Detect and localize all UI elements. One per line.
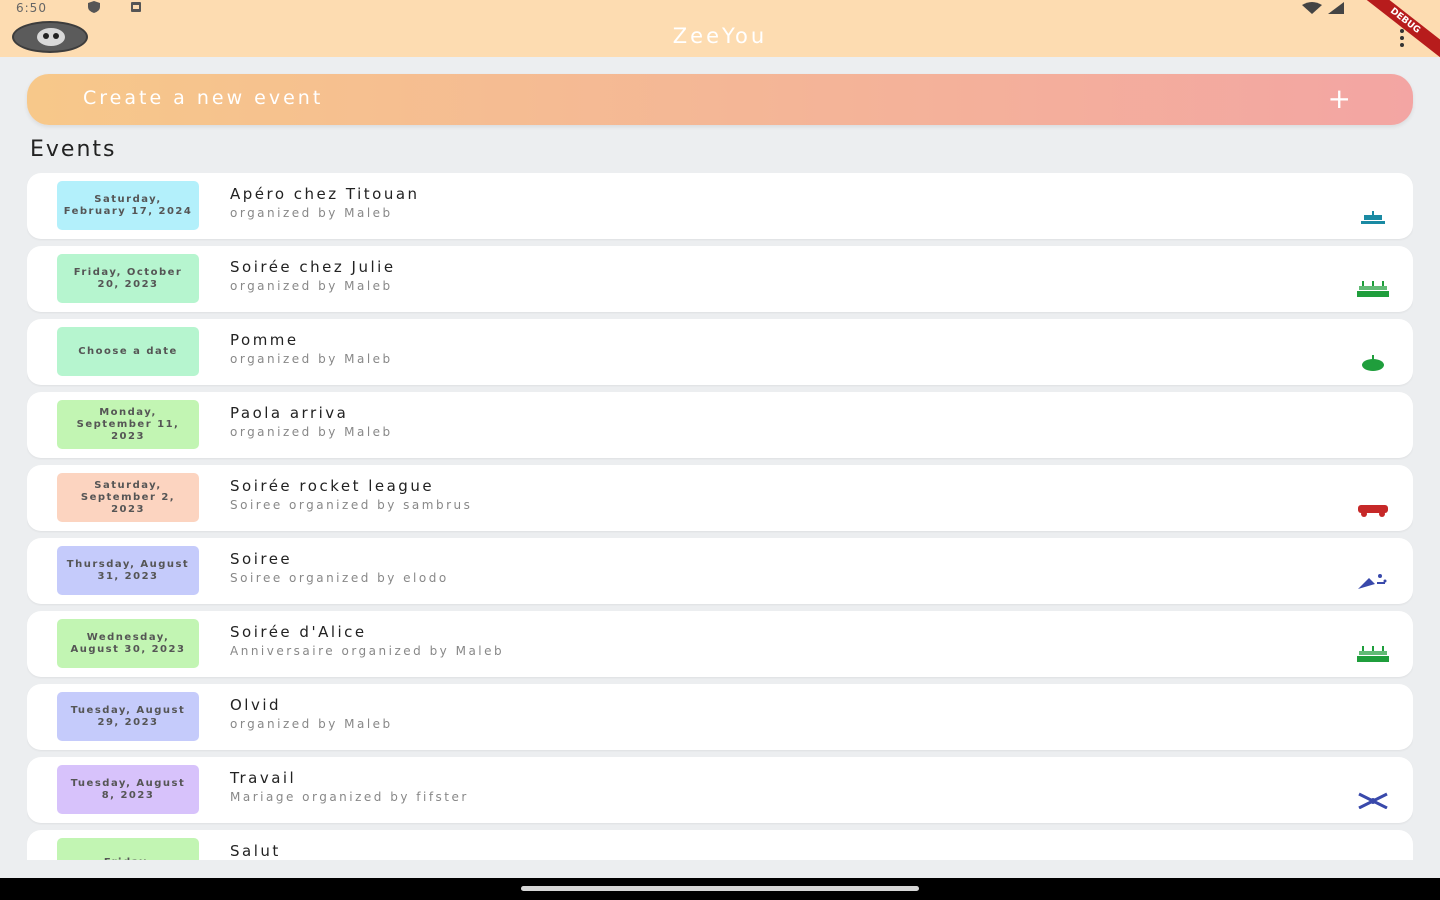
wifi-icon: [1302, 2, 1322, 14]
event-subtitle: organized by Maleb: [230, 206, 393, 220]
rings-icon: [1358, 792, 1388, 809]
event-title: Paola arriva: [230, 404, 349, 422]
event-subtitle: organized by Maleb: [230, 352, 393, 366]
plus-icon: +: [1327, 82, 1351, 115]
birthday-cake-icon: [1357, 646, 1389, 662]
event-title: Soirée d'Alice: [230, 623, 367, 641]
list-bottom-spacer: [0, 860, 1440, 878]
event-date-badge: Saturday, September 2, 2023: [57, 473, 199, 522]
event-date-badge: Friday, October 20, 2023: [57, 254, 199, 303]
more-dot-icon: [1400, 29, 1404, 33]
more-dot-icon: [1400, 43, 1404, 47]
event-date-badge: Choose a date: [57, 327, 199, 376]
event-date-badge: Friday,: [57, 838, 199, 860]
event-subtitle: organized by Maleb: [230, 279, 393, 293]
event-card[interactable]: Tuesday, August 8, 2023 Travail Mariage or…: [27, 757, 1413, 823]
app-title: ZeeYou: [672, 24, 768, 48]
event-subtitle: Soiree organized by sambrus: [230, 498, 473, 512]
party-popper-icon: [1358, 574, 1387, 589]
section-title: Events: [30, 137, 117, 162]
event-title: Soirée rocket league: [230, 477, 435, 495]
event-date-badge: Tuesday, August 8, 2023: [57, 765, 199, 814]
sim-icon: [131, 2, 141, 12]
shield-icon: [88, 1, 100, 13]
create-event-label: Create a new event: [83, 87, 324, 109]
event-card[interactable]: Friday, October 20, 2023 Soirée chez Juli…: [27, 246, 1413, 312]
event-title: Pomme: [230, 331, 299, 349]
event-card[interactable]: Saturday, September 2, 2023 Soirée rocket…: [27, 465, 1413, 531]
event-card[interactable]: Thursday, August 31, 2023 Soiree Soiree or…: [27, 538, 1413, 604]
event-subtitle: Soiree organized by elodo: [230, 571, 449, 585]
event-card[interactable]: Tuesday, August 29, 2023 Olvid organized …: [27, 684, 1413, 750]
app-bar: 6:50 DEBUG ZeeYou: [0, 0, 1440, 67]
more-menu-button[interactable]: [1398, 29, 1406, 47]
status-time: 6:50: [16, 1, 47, 15]
event-date-badge: Tuesday, August 29, 2023: [57, 692, 199, 741]
event-subtitle: organized by Maleb: [230, 425, 393, 439]
event-date-badge: Wednesday, August 30, 2023: [57, 619, 199, 668]
more-dot-icon: [1400, 36, 1404, 40]
event-card[interactable]: Wednesday, August 30, 2023 Soirée d'Alice…: [27, 611, 1413, 677]
birthday-cake-icon: [1357, 281, 1389, 297]
home-gesture-handle[interactable]: [521, 886, 919, 891]
event-date-badge: Monday, September 11, 2023: [57, 400, 199, 449]
event-subtitle: Mariage organized by fifster: [230, 790, 469, 804]
apple-icon: [1362, 355, 1384, 371]
event-card[interactable]: Choose a date Pomme organized by Maleb: [27, 319, 1413, 385]
event-card[interactable]: Friday, Salut: [27, 830, 1413, 860]
event-date-badge: Saturday, February 17, 2024: [57, 181, 199, 230]
event-title: Olvid: [230, 696, 282, 714]
event-title: Soiree: [230, 550, 293, 568]
event-title: Soirée chez Julie: [230, 258, 396, 276]
signal-icon: [1328, 2, 1344, 14]
status-right-icons: [1301, 2, 1345, 14]
event-list[interactable]: Saturday, February 17, 2024 Apéro chez Ti…: [27, 173, 1413, 860]
cake-icon: [1361, 211, 1385, 224]
event-card[interactable]: Monday, September 11, 2023 Paola arriva o…: [27, 392, 1413, 458]
event-subtitle: organized by Maleb: [230, 717, 393, 731]
event-date-badge: Thursday, August 31, 2023: [57, 546, 199, 595]
create-event-button[interactable]: Create a new event +: [27, 74, 1413, 125]
event-title: Apéro chez Titouan: [230, 185, 420, 203]
status-icons: [86, 1, 144, 13]
car-icon: [1358, 505, 1388, 517]
event-subtitle: Anniversaire organized by Maleb: [230, 644, 505, 658]
event-title: Travail: [230, 769, 297, 787]
event-title: Salut: [230, 842, 281, 860]
event-card[interactable]: Saturday, February 17, 2024 Apéro chez Ti…: [27, 173, 1413, 239]
